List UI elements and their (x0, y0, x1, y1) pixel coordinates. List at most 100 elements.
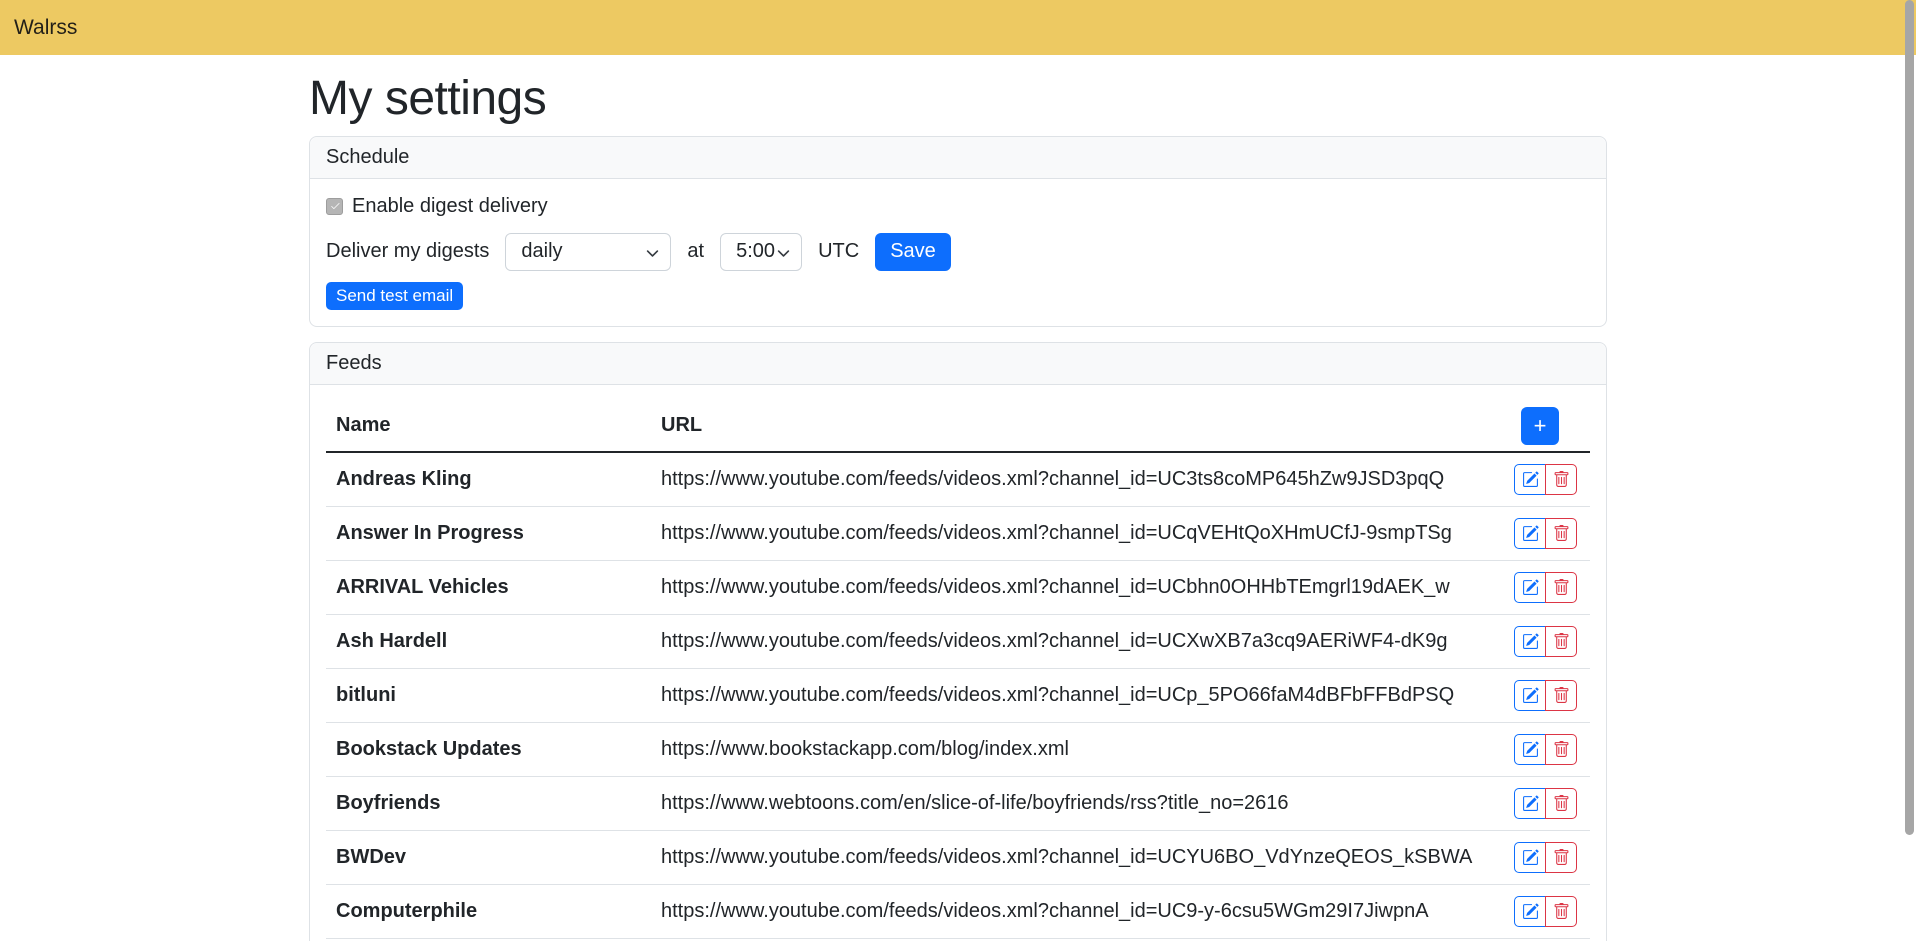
delete-feed-button[interactable] (1545, 464, 1577, 495)
feed-name: Answer In Progress (326, 506, 651, 560)
delete-feed-button[interactable] (1545, 572, 1577, 603)
delete-feed-button[interactable] (1545, 680, 1577, 711)
pencil-square-icon (1522, 687, 1539, 704)
feed-row: Boyfriends https://www.webtoons.com/en/s… (326, 776, 1590, 830)
main-container: My settings Schedule Enable digest deliv… (309, 70, 1607, 941)
column-header-url: URL (651, 401, 1490, 452)
chevron-down-icon (777, 247, 790, 260)
trash-icon (1553, 471, 1570, 488)
schedule-card: Schedule Enable digest delivery Deliver … (309, 136, 1607, 327)
save-button[interactable]: Save (875, 233, 951, 271)
edit-feed-button[interactable] (1514, 626, 1546, 657)
feed-actions-group (1514, 518, 1577, 549)
page-title: My settings (309, 70, 1607, 128)
enable-digest-label: Enable digest delivery (352, 195, 548, 218)
at-label: at (687, 240, 704, 263)
feed-row: Andreas Kling https://www.youtube.com/fe… (326, 452, 1590, 507)
add-feed-button[interactable]: + (1521, 407, 1559, 445)
feed-name: Ash Hardell (326, 614, 651, 668)
feeds-card-header: Feeds (310, 343, 1606, 385)
send-test-email-button[interactable]: Send test email (326, 282, 463, 310)
scrollbar-thumb[interactable] (1905, 0, 1914, 835)
feed-row: bitluni https://www.youtube.com/feeds/vi… (326, 668, 1590, 722)
top-navbar: Walrss (0, 0, 1916, 55)
feed-row: ARRIVAL Vehicles https://www.youtube.com… (326, 560, 1590, 614)
edit-feed-button[interactable] (1514, 518, 1546, 549)
edit-feed-button[interactable] (1514, 896, 1546, 927)
pencil-square-icon (1522, 849, 1539, 866)
edit-feed-button[interactable] (1514, 788, 1546, 819)
feed-row: BWDev https://www.youtube.com/feeds/vide… (326, 830, 1590, 884)
feed-actions-group (1514, 572, 1577, 603)
edit-feed-button[interactable] (1514, 734, 1546, 765)
pencil-square-icon (1522, 795, 1539, 812)
time-select-value: 5:00 (736, 240, 775, 263)
feed-actions-group (1514, 788, 1577, 819)
feed-url: https://www.youtube.com/feeds/videos.xml… (651, 506, 1490, 560)
feeds-card-body: Name URL + Andreas Kling https://www.you… (310, 385, 1606, 941)
schedule-card-body: Enable digest delivery Deliver my digest… (310, 179, 1606, 326)
feed-actions-group (1514, 680, 1577, 711)
edit-feed-button[interactable] (1514, 464, 1546, 495)
feed-name: BWDev (326, 830, 651, 884)
page-scrollbar[interactable] (1903, 0, 1916, 941)
feed-actions-group (1514, 842, 1577, 873)
edit-feed-button[interactable] (1514, 842, 1546, 873)
feed-url: https://www.youtube.com/feeds/videos.xml… (651, 560, 1490, 614)
delete-feed-button[interactable] (1545, 896, 1577, 927)
feed-row: Answer In Progress https://www.youtube.c… (326, 506, 1590, 560)
pencil-square-icon (1522, 903, 1539, 920)
feed-name: Boyfriends (326, 776, 651, 830)
trash-icon (1553, 687, 1570, 704)
edit-feed-button[interactable] (1514, 680, 1546, 711)
app-brand: Walrss (14, 16, 77, 40)
feed-actions-group (1514, 734, 1577, 765)
feed-row: Computerphile https://www.youtube.com/fe… (326, 884, 1590, 938)
feed-actions-group (1514, 626, 1577, 657)
pencil-square-icon (1522, 579, 1539, 596)
timezone-label: UTC (818, 240, 859, 263)
feed-url: https://www.youtube.com/feeds/videos.xml… (651, 668, 1490, 722)
feeds-table: Name URL + Andreas Kling https://www.you… (326, 401, 1590, 941)
feed-url: https://www.bookstackapp.com/blog/index.… (651, 722, 1490, 776)
feed-name: Computerphile (326, 884, 651, 938)
delete-feed-button[interactable] (1545, 518, 1577, 549)
edit-feed-button[interactable] (1514, 572, 1546, 603)
delete-feed-button[interactable] (1545, 842, 1577, 873)
pencil-square-icon (1522, 525, 1539, 542)
feeds-card: Feeds Name URL + Andreas Kl (309, 342, 1607, 941)
trash-icon (1553, 795, 1570, 812)
column-header-name: Name (326, 401, 651, 452)
feed-actions-group (1514, 896, 1577, 927)
trash-icon (1553, 903, 1570, 920)
enable-digest-checkbox[interactable] (326, 198, 343, 215)
time-select[interactable]: 5:00 (720, 233, 802, 271)
feed-row: Ash Hardell https://www.youtube.com/feed… (326, 614, 1590, 668)
feed-name: Andreas Kling (326, 452, 651, 507)
feed-name: bitluni (326, 668, 651, 722)
feed-url: https://www.youtube.com/feeds/videos.xml… (651, 614, 1490, 668)
feed-name: ARRIVAL Vehicles (326, 560, 651, 614)
feed-url: https://www.youtube.com/feeds/videos.xml… (651, 452, 1490, 507)
trash-icon (1553, 741, 1570, 758)
feed-name: Bookstack Updates (326, 722, 651, 776)
feed-url: https://www.webtoons.com/en/slice-of-lif… (651, 776, 1490, 830)
frequency-select-value: daily (521, 240, 562, 263)
pencil-square-icon (1522, 741, 1539, 758)
delete-feed-button[interactable] (1545, 788, 1577, 819)
trash-icon (1553, 579, 1570, 596)
deliver-label: Deliver my digests (326, 240, 489, 263)
trash-icon (1553, 633, 1570, 650)
schedule-card-header: Schedule (310, 137, 1606, 179)
feeds-table-header-row: Name URL + (326, 401, 1590, 452)
feeds-table-body: Andreas Kling https://www.youtube.com/fe… (326, 452, 1590, 941)
delete-feed-button[interactable] (1545, 626, 1577, 657)
feed-url: https://www.youtube.com/feeds/videos.xml… (651, 830, 1490, 884)
frequency-select[interactable]: daily (505, 233, 671, 271)
plus-icon: + (1534, 413, 1547, 439)
check-icon (329, 200, 341, 212)
pencil-square-icon (1522, 633, 1539, 650)
delete-feed-button[interactable] (1545, 734, 1577, 765)
trash-icon (1553, 525, 1570, 542)
pencil-square-icon (1522, 471, 1539, 488)
